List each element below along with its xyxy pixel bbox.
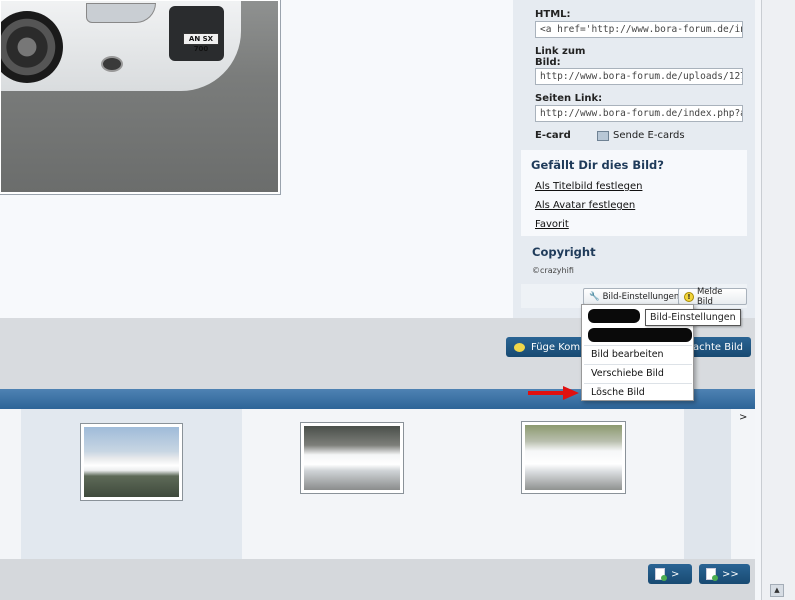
red-arrow-icon [528,386,579,400]
html-code-field[interactable]: <a href='http://www.bora-forum.de/index.… [535,21,743,38]
thumbnail-2-image [304,426,400,490]
pagination-band [0,559,755,600]
car-headlight [86,3,156,23]
send-ecard-text: Sende E-cards [613,130,685,141]
menu-separator [584,383,692,384]
vertical-scrollbar[interactable] [761,0,795,600]
car-foglight [101,56,123,72]
favorite-link[interactable]: Favorit [535,219,569,230]
thumbnail-1[interactable] [80,423,183,501]
thumbnail-3-image [525,425,622,490]
redacted-item [588,328,692,342]
wrench-icon: 🔧 [589,291,600,302]
thumb-cell [684,409,731,559]
link-label-2: Bild: [535,57,561,68]
delete-image-item[interactable]: Lösche Bild [591,387,645,398]
move-image-item[interactable]: Verschiebe Bild [591,368,664,379]
page-icon [706,568,718,581]
last-page-button[interactable]: >> [699,564,750,584]
copyright-value: ©crazyhifi [532,266,574,275]
main-photo[interactable]: AN SX 700 [0,0,281,195]
strip-next-link[interactable]: > [739,412,747,423]
next-page-label: > [671,568,680,580]
menu-separator [584,364,692,365]
comment-bubble-icon [514,342,525,352]
copyright-title: Copyright [532,245,596,259]
redacted-item [588,309,640,323]
like-title: Gefällt Dir dies Bild? [531,158,664,172]
main-photo-image: AN SX 700 [1,1,278,192]
page-icon [655,568,667,581]
link-label: Link zum [535,46,586,57]
next-page-button[interactable]: > [648,564,692,584]
edit-image-item[interactable]: Bild bearbeiten [591,349,664,360]
last-page-label: >> [722,568,739,580]
ecard-label: E-card [535,130,571,141]
menu-separator [584,345,692,346]
page-link-label: Seiten Link: [535,93,603,104]
watch-image-label: bachte Bild [686,341,743,353]
html-label: HTML: [535,9,571,20]
image-settings-label: Bild-Einstellungen [602,291,680,302]
image-settings-button[interactable]: 🔧 Bild-Einstellungen [583,288,686,305]
set-avatar-link[interactable]: Als Avatar festlegen [535,200,635,211]
page-link-field[interactable]: http://www.bora-forum.de/index.php?app= [535,105,743,122]
image-info-sidebar: HTML: <a href='http://www.bora-forum.de/… [513,0,755,318]
report-image-label: Melde Bild [696,286,723,307]
ecard-icon [597,130,609,141]
thumbnail-2[interactable] [300,422,404,494]
send-ecard-link[interactable]: Sende E-cards [597,130,685,141]
warning-icon: ! [684,291,694,302]
set-cover-link[interactable]: Als Titelbild festlegen [535,181,642,192]
car-plate: AN SX 700 [183,33,219,53]
thumbnail-1-image [84,427,179,497]
image-link-field[interactable]: http://www.bora-forum.de/uploads/12717 [535,68,743,85]
thumbnail-3[interactable] [521,421,626,494]
settings-tooltip: Bild-Einstellungen [645,309,741,326]
report-image-button[interactable]: ! Melde Bild [678,286,747,307]
like-box: Gefällt Dir dies Bild? Als Titelbild fes… [521,150,747,236]
scroll-up-button[interactable]: ▲ [770,584,784,597]
